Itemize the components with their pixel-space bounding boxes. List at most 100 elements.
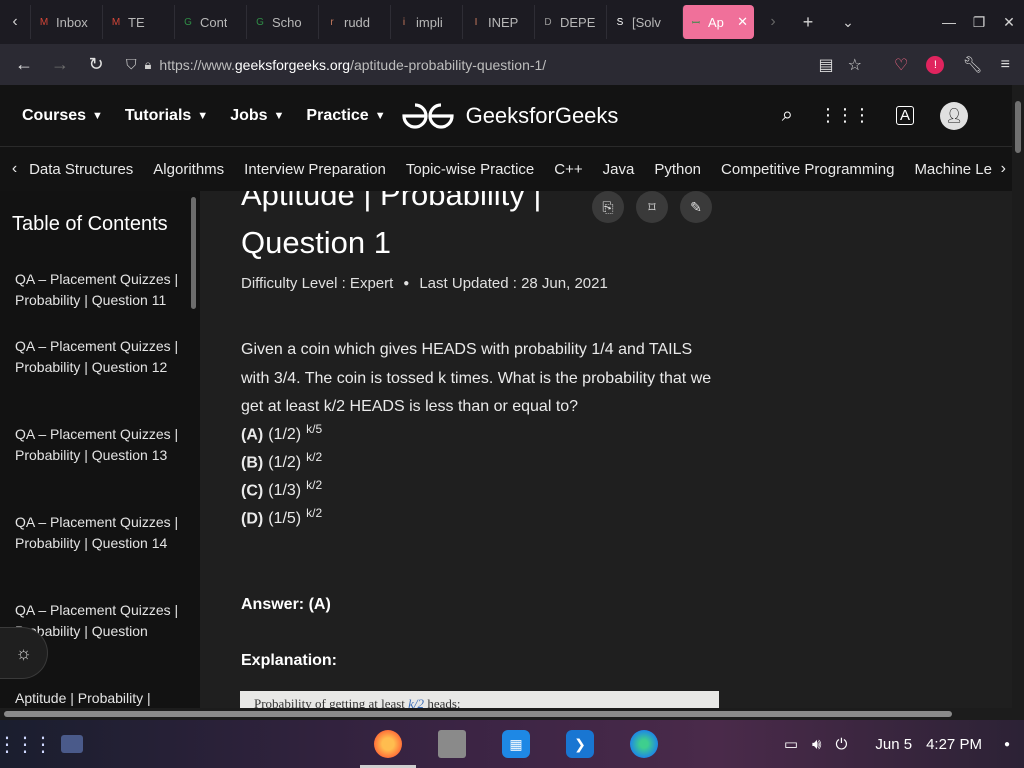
restore-icon[interactable]: ❐ (964, 14, 994, 31)
toc-item[interactable]: Aptitude | Probability | (15, 688, 180, 708)
tab-label: Inbox (56, 14, 88, 30)
menu-icon[interactable]: ≡ (1001, 56, 1010, 74)
apps-grid-icon[interactable]: ⋮⋮⋮ (819, 105, 871, 126)
vertical-scroll-thumb[interactable] (1015, 101, 1021, 153)
browser-tab[interactable]: r rudd (318, 5, 390, 39)
shield-icon[interactable]: ⛉ (126, 56, 137, 73)
header-menu-courses[interactable]: Courses ▼ (22, 107, 103, 125)
tab-favicon-icon: M (39, 16, 49, 28)
lock-icon[interactable]: 🔒︎ (145, 57, 152, 73)
search-icon[interactable]: ⌕ (782, 104, 793, 127)
subnav-item[interactable]: Data Structures (29, 161, 133, 178)
address-bar[interactable]: ⛉ 🔒︎ https://www.geeksforgeeks.org/aptit… (114, 56, 819, 73)
browser-tab[interactable]: M Inbox (30, 5, 102, 39)
toc-item[interactable]: QA – Placement Quizzes | Probability | Q… (15, 336, 180, 378)
tab-scroll-right-icon[interactable]: › (758, 13, 788, 31)
subnav-item[interactable]: Topic-wise Practice (406, 161, 534, 178)
close-tab-icon[interactable]: ✕ (737, 14, 748, 30)
gfg-logo-icon (401, 102, 454, 129)
subnav-item[interactable]: C++ (554, 161, 582, 178)
browser-tab[interactable]: I INEP (462, 5, 534, 39)
article-title: Aptitude | Probability | Question 1 (241, 191, 581, 267)
close-window-icon[interactable]: ✕ (994, 14, 1024, 31)
subnav-item[interactable]: Python (654, 161, 701, 178)
header-menu-label: Courses (22, 106, 87, 124)
reader-view-icon[interactable]: ▤ (819, 55, 834, 75)
firefox-icon[interactable] (356, 720, 420, 768)
header-menu-tutorials[interactable]: Tutorials ▼ (125, 107, 208, 125)
subnav-item[interactable]: Java (603, 161, 635, 178)
subnav-left-icon[interactable]: ‹ (0, 160, 29, 178)
browser-tab[interactable]: D DEPE (534, 5, 606, 39)
gfg-logo[interactable]: GeeksforGeeks (400, 101, 618, 131)
reload-icon[interactable]: ↻ (78, 54, 114, 75)
tab-label: Cont (200, 14, 228, 30)
chevron-down-icon: ▼ (374, 109, 386, 122)
power-icon[interactable]: ⏻ (836, 736, 848, 753)
volume-icon[interactable]: 🔊︎ (812, 736, 821, 753)
page-horizontal-scrollbar[interactable] (0, 708, 1024, 720)
browser-tab[interactable]: S [Solv (606, 5, 678, 39)
back-icon[interactable]: ← (6, 54, 42, 75)
window-switcher-icon[interactable] (48, 720, 96, 768)
question-text: Given a coin which gives HEADS with prob… (241, 341, 712, 415)
tab-favicon-icon: S (616, 16, 624, 28)
files-icon[interactable] (420, 720, 484, 768)
browser-tab[interactable]: G Scho (246, 5, 318, 39)
option-exponent: k/2 (306, 478, 323, 492)
forward-icon[interactable]: → (42, 54, 78, 75)
tab-favicon-icon: G (184, 16, 192, 28)
toc-item[interactable]: QA – Placement Quizzes | Probability | Q… (15, 424, 180, 466)
answer-option: (B) (1/2) k/2 (241, 450, 322, 472)
horizontal-scroll-thumb[interactable] (4, 711, 952, 717)
tab-favicon-icon: M (111, 16, 121, 28)
notification-dot-icon[interactable]: ● (1004, 739, 1010, 750)
tab-label: TE (128, 14, 145, 30)
screen-icon[interactable]: ▭ (784, 735, 798, 753)
subnav-item[interactable]: Interview Preparation (244, 161, 386, 178)
browser-tab[interactable]: M TE (102, 5, 174, 39)
tab-favicon-icon: i (402, 16, 406, 28)
header-menu-jobs[interactable]: Jobs ▼ (230, 107, 284, 125)
header-menu-practice[interactable]: Practice ▼ (306, 107, 385, 125)
edit-icon[interactable]: ✎ (680, 191, 712, 223)
subnav-item[interactable]: Machine Le (914, 161, 992, 178)
taskbar: ⋮⋮⋮ ▦ ❯ ▭ 🔊︎ ⏻ Jun 5 4:27 PM ● (0, 720, 1024, 768)
toc-item[interactable]: QA – Placement Quizzes | Probability | Q… (15, 512, 180, 554)
chevron-down-icon: ▼ (92, 109, 103, 122)
translate-icon[interactable]: A (895, 106, 914, 125)
header-menu-label: Practice (306, 106, 369, 124)
bookmark-icon[interactable]: ⌑ (636, 191, 668, 223)
browser-tab[interactable]: G Cont (174, 5, 246, 39)
devtools-icon[interactable]: 🔧︎ (962, 55, 982, 75)
tab-list-icon[interactable]: ⌄ (828, 14, 868, 31)
store-icon[interactable]: ▦ (484, 720, 548, 768)
toc-item[interactable]: QA – Placement Quizzes | Probability | Q… (15, 269, 180, 311)
article-title-line1: Aptitude | Probability | (241, 191, 542, 212)
subnav-item[interactable]: Competitive Programming (721, 161, 894, 178)
url-text: https://www.geeksforgeeks.org/aptitude-p… (159, 57, 546, 73)
subnav-item[interactable]: Algorithms (153, 161, 224, 178)
improve-article-icon[interactable]: ⎘ (592, 191, 624, 223)
page-vertical-scrollbar[interactable] (1012, 85, 1024, 708)
bookmark-star-icon[interactable]: ☆ (848, 55, 862, 75)
app-launcher-icon[interactable]: ⋮⋮⋮ (0, 720, 53, 768)
toc-scrollbar[interactable] (191, 197, 196, 309)
new-tab-icon[interactable]: + (788, 12, 828, 33)
active-tab[interactable]: ꟷ Ap ✕ (682, 5, 754, 39)
explanation-math: k/2 (408, 696, 425, 708)
vscode-icon[interactable]: ❯ (548, 720, 612, 768)
pocket-icon[interactable]: ♡ (894, 55, 908, 75)
tab-scroll-left-icon[interactable]: ‹ (0, 13, 30, 31)
difficulty-level: Difficulty Level : Expert (241, 275, 394, 292)
subnav-right-icon[interactable]: › (996, 160, 1006, 178)
active-tab-label: Ap (708, 14, 724, 30)
minimize-icon[interactable]: — (934, 14, 964, 30)
edge-icon[interactable] (612, 720, 676, 768)
option-exponent: k/2 (306, 506, 323, 520)
user-avatar-icon[interactable]: 👤︎ (940, 101, 968, 130)
tab-favicon-icon: r (330, 16, 334, 28)
browser-tab[interactable]: i impli (390, 5, 462, 39)
extension-icon[interactable]: ! (926, 55, 945, 74)
tab-label: Scho (272, 14, 302, 30)
